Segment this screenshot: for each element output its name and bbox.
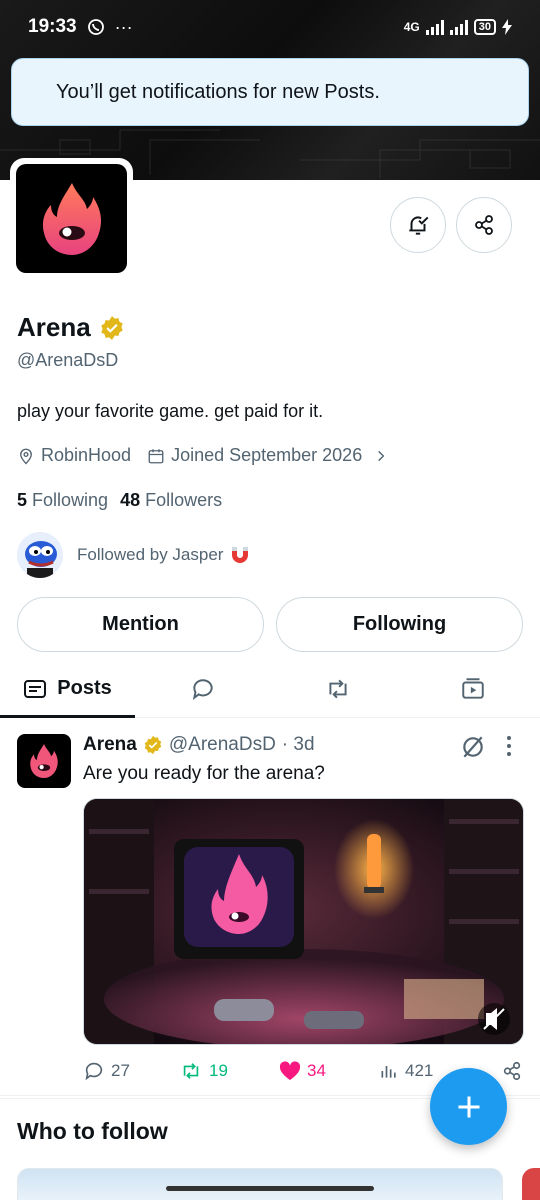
suggestion-card-2[interactable]: [522, 1168, 540, 1200]
share-icon: [475, 215, 493, 235]
view-count: 421: [405, 1061, 434, 1080]
follower-avatar: [17, 532, 63, 578]
tab-media[interactable]: [405, 660, 540, 717]
mention-label: Mention: [102, 613, 179, 635]
grok-icon[interactable]: [460, 734, 486, 760]
suggestion-card[interactable]: [17, 1168, 503, 1200]
post-header: Arena @ArenaDsD · 3d: [83, 734, 315, 756]
posts-icon: [24, 679, 47, 698]
reply-button[interactable]: 27: [83, 1060, 179, 1082]
followed-by-row[interactable]: Followed by Jasper: [17, 532, 251, 578]
profile-tabs: Posts: [0, 660, 540, 718]
post-media-image[interactable]: [83, 798, 524, 1045]
following-count-link[interactable]: 5 Following: [17, 490, 108, 511]
tab-replies[interactable]: [135, 660, 270, 717]
profile-joined: Joined September 2026: [171, 445, 363, 465]
post-item[interactable]: Arena @ArenaDsD · 3d Are you ready for t…: [0, 720, 540, 1096]
network-type: 4G: [403, 20, 420, 34]
charging-icon: [502, 19, 512, 35]
profile-meta: RobinHood Joined September 2026: [17, 445, 388, 466]
profile-avatar[interactable]: [10, 158, 133, 279]
share-icon[interactable]: [501, 1060, 523, 1082]
notifications-bell-button[interactable]: [390, 197, 446, 253]
verified-badge-icon: [144, 735, 162, 755]
magnet-icon: [232, 547, 249, 563]
pepe-avatar-icon: [17, 532, 63, 578]
bell-check-icon: [409, 216, 429, 235]
signal-icon: [425, 19, 444, 35]
arena-logo: [16, 164, 127, 273]
status-time: 19:33: [28, 16, 77, 37]
chevron-right-icon[interactable]: [374, 449, 388, 463]
post-more-button[interactable]: [507, 736, 511, 756]
who-to-follow-title: Who to follow: [17, 1118, 168, 1144]
follow-counts: 5 Following 48 Followers: [17, 490, 222, 511]
media-icon: [461, 677, 484, 699]
reposts-icon: [328, 679, 347, 698]
profile-name-row: Arena: [17, 312, 125, 343]
post-author-handle: @ArenaDsD: [168, 734, 276, 755]
retro-tv-room-image: [84, 799, 523, 1044]
followers-label: Followers: [145, 490, 223, 510]
toast-text: You’ll get notifications for new Posts.: [56, 80, 380, 103]
following-button-label: Following: [352, 613, 447, 635]
profile-name: Arena: [17, 312, 91, 342]
following-button[interactable]: Following: [276, 597, 523, 652]
flame-logo-icon: [30, 743, 58, 779]
battery-level: 30: [478, 21, 491, 33]
followers-count-link[interactable]: 48 Followers: [120, 490, 222, 511]
post-text: Are you ready for the arena?: [83, 763, 325, 784]
post-avatar[interactable]: [17, 734, 71, 788]
calendar-icon: [148, 448, 164, 463]
notification-toast: You’ll get notifications for new Posts.: [11, 58, 529, 126]
tab-posts-label: Posts: [57, 677, 112, 699]
tab-posts[interactable]: Posts: [0, 660, 135, 718]
profile-handle: @ArenaDsD: [17, 350, 119, 370]
heart-filled-icon: [279, 1061, 301, 1081]
verified-badge-icon[interactable]: [99, 315, 125, 341]
reply-count: 27: [111, 1061, 130, 1080]
like-button[interactable]: 34: [279, 1061, 379, 1081]
post-author-name[interactable]: Arena: [83, 734, 137, 756]
battery-icon: 30: [473, 19, 496, 35]
tab-reposts[interactable]: [270, 660, 405, 717]
more-notifications-icon: ···: [114, 16, 133, 37]
compose-post-button[interactable]: [430, 1068, 507, 1145]
plus-icon: [458, 1096, 479, 1117]
whatsapp-icon: [87, 19, 104, 35]
profile-location: RobinHood: [41, 445, 132, 465]
signal-icon-2: [449, 19, 468, 35]
views-icon: [381, 1066, 396, 1078]
flame-logo-icon: [42, 182, 101, 255]
mention-button[interactable]: Mention: [17, 597, 264, 652]
repost-count: 19: [209, 1061, 228, 1080]
home-indicator[interactable]: [166, 1186, 374, 1191]
following-label: Following: [32, 490, 109, 510]
share-profile-button[interactable]: [456, 197, 512, 253]
repost-icon: [183, 1063, 199, 1079]
profile-bio: play your favorite game. get paid for it…: [17, 401, 324, 421]
followers-count: 48: [120, 490, 141, 510]
status-bar: 19:33 ··· 4G 30: [0, 0, 540, 54]
like-count: 34: [307, 1061, 326, 1080]
location-icon: [20, 448, 32, 464]
reply-icon: [85, 1062, 103, 1081]
followed-by-text: Followed by Jasper: [77, 545, 224, 564]
following-count: 5: [17, 490, 28, 510]
replies-icon: [192, 678, 213, 700]
post-time: · 3d: [281, 734, 315, 755]
repost-button[interactable]: 19: [179, 1060, 279, 1082]
